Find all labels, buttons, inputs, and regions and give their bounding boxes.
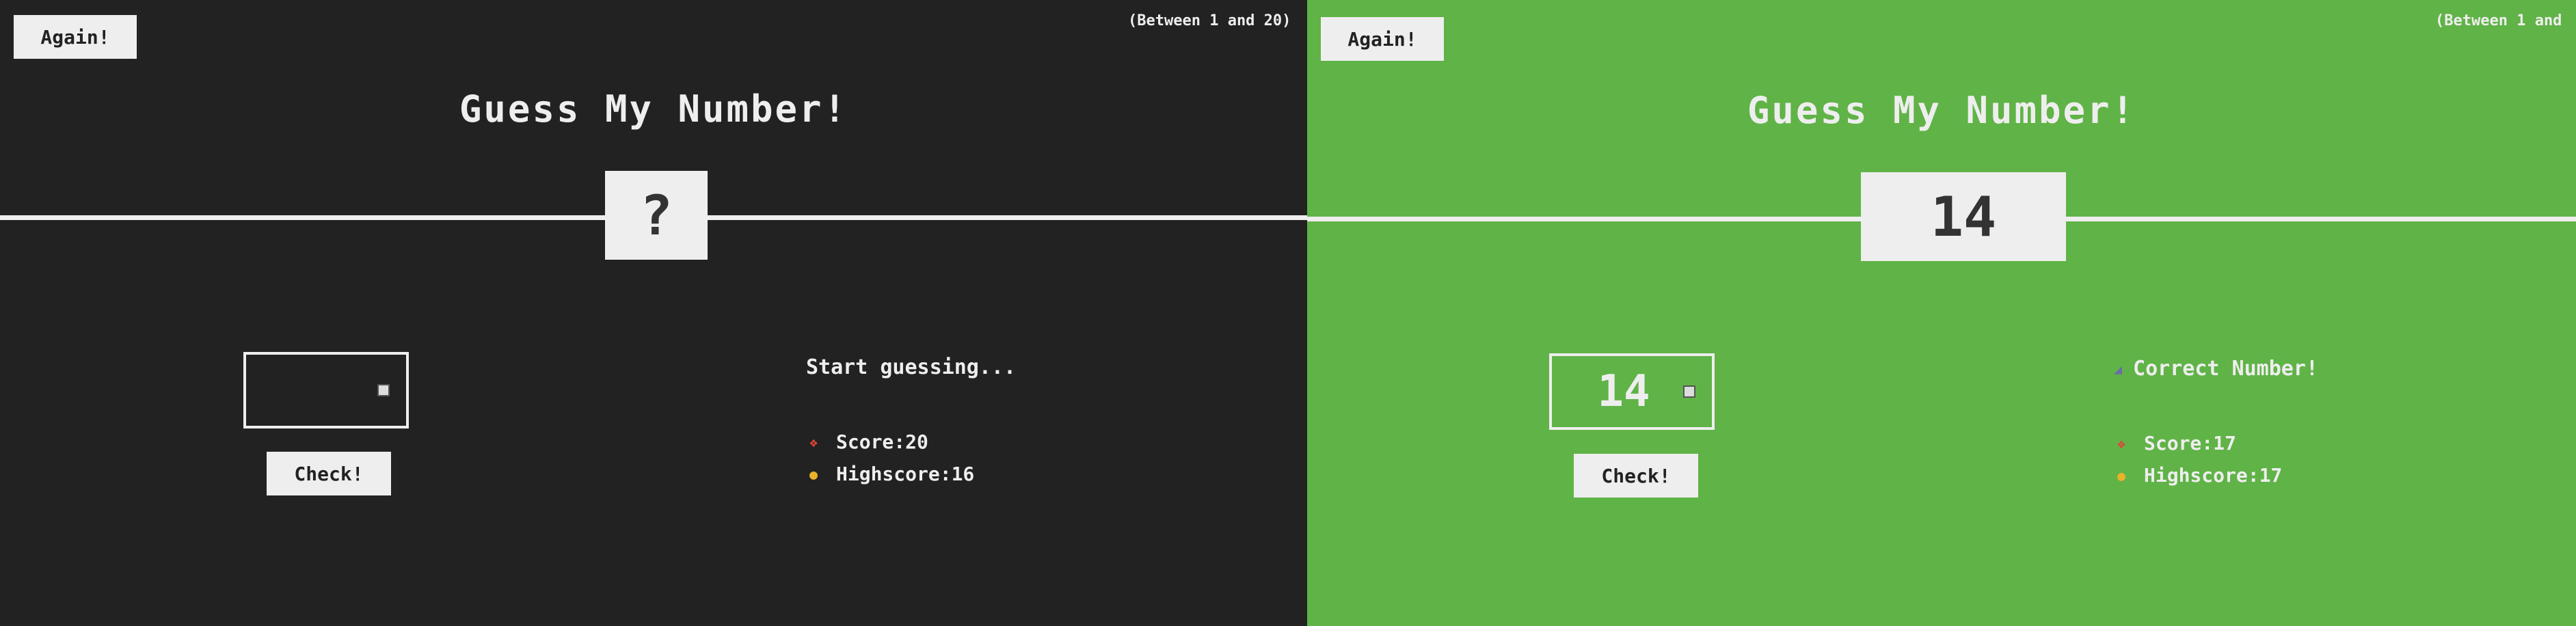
guess-value: 14 <box>1597 366 1650 417</box>
100-points-icon: ❖ <box>809 433 818 450</box>
guess-input[interactable]: 14 <box>1549 353 1715 430</box>
highscore-row: ● Highscore: 16 <box>806 463 974 485</box>
number-spinner-icon[interactable] <box>1683 385 1695 398</box>
score-value: 17 <box>2213 432 2236 454</box>
check-button[interactable]: Check! <box>1574 454 1698 498</box>
score-row: ❖ Score: 17 <box>2114 432 2236 454</box>
highscore-label: Highscore: <box>2144 464 2259 487</box>
highscore-label: Highscore: <box>836 463 952 485</box>
check-button[interactable]: Check! <box>267 452 391 495</box>
number-spinner-icon[interactable] <box>377 384 390 396</box>
page-title: Guess My Number! <box>459 87 848 131</box>
score-label: Score: <box>836 431 906 453</box>
status-message: ◢ Correct Number! <box>2114 357 2318 381</box>
page-title: Guess My Number! <box>1747 89 2136 132</box>
secret-number-box: ? <box>605 171 708 260</box>
highscore-row: ● Highscore: 17 <box>2114 464 2282 487</box>
medal-icon: ● <box>2117 467 2126 484</box>
score-value: 20 <box>905 431 928 453</box>
again-button[interactable]: Again! <box>1321 17 1444 61</box>
medal-icon: ● <box>809 465 818 482</box>
game-panel-correct: Again! (Between 1 and Guess My Number! 1… <box>1307 0 2576 626</box>
score-label: Score: <box>2144 432 2214 454</box>
100-points-icon: ❖ <box>2117 435 2126 452</box>
again-button[interactable]: Again! <box>14 15 137 59</box>
secret-number-box: 14 <box>1861 172 2066 261</box>
game-panel-start: Again! (Between 1 and 20) Guess My Numbe… <box>0 0 1307 626</box>
range-hint: (Between 1 and <box>2435 12 2562 29</box>
party-popper-icon: ◢ <box>2114 360 2123 377</box>
highscore-value: 16 <box>951 463 975 485</box>
range-hint: (Between 1 and 20) <box>1128 12 1291 29</box>
score-row: ❖ Score: 20 <box>806 431 928 453</box>
status-message-text: Correct Number! <box>2133 357 2318 381</box>
highscore-value: 17 <box>2259 464 2283 487</box>
guess-input[interactable] <box>243 352 409 428</box>
status-message: Start guessing... <box>806 355 1017 379</box>
